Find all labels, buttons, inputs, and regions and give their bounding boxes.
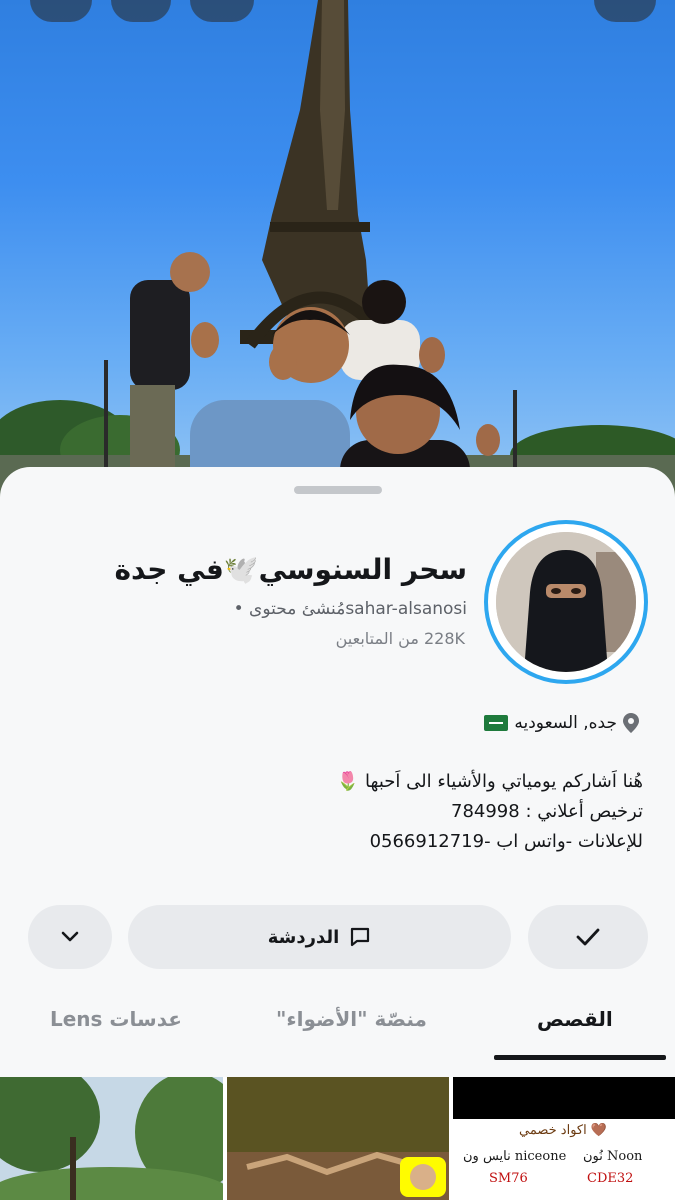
expand-button[interactable] — [28, 905, 112, 969]
tab-lenses[interactable]: عدسات Lens — [50, 1007, 182, 1031]
subscribed-button[interactable] — [528, 905, 648, 969]
bio-line: للإعلانات -واتس اب -0566912719 — [369, 831, 643, 852]
header-photo — [0, 0, 675, 520]
stories-grid: اكواد خصمي 🤎 نُون Noon CDE32 نايس ون nic… — [0, 1077, 675, 1200]
bio-line: ترخيص أعلاني : 784998 — [451, 801, 643, 822]
followers-count[interactable]: 228K من المتابعين — [336, 629, 465, 648]
username-line: sahar-alsanosiمُنشئ محتوى • — [234, 599, 467, 619]
chat-icon — [351, 927, 370, 947]
noon-code: CDE32 — [587, 1171, 634, 1186]
tree-photo — [0, 1077, 223, 1200]
chat-label: الدردشة — [267, 926, 340, 948]
avatar-image — [496, 532, 636, 672]
profile-tabs: القصص منصّة "الأضواء" عدسات Lens — [0, 1007, 675, 1063]
chat-button[interactable]: الدردشة — [128, 905, 511, 969]
flag-icon — [484, 715, 509, 731]
codes-heading: اكواد خصمي 🤎 — [519, 1123, 608, 1138]
story-thumbnail[interactable] — [227, 1077, 449, 1200]
check-icon — [576, 928, 600, 946]
location: جده, السعوديه — [484, 713, 639, 733]
story-thumbnail[interactable] — [0, 1077, 223, 1200]
tab-spotlight[interactable]: منصّة "الأضواء" — [276, 1007, 427, 1031]
avatar[interactable] — [496, 532, 636, 672]
display-name: سحر السنوسي🕊️في جدة — [114, 553, 468, 586]
noon-label: نُون Noon — [583, 1149, 643, 1164]
niceone-code: SM76 — [489, 1171, 528, 1186]
bio: هُنا اَشاركم يومياتي والأشياء الى اَحبها… — [43, 767, 643, 857]
sheet-grabber[interactable] — [294, 486, 382, 494]
eiffel-tower-photo — [0, 0, 675, 520]
story-ring[interactable] — [484, 520, 648, 684]
username[interactable]: sahar-alsanosi — [345, 599, 467, 619]
chevron-down-icon — [61, 931, 79, 942]
story-thumbnail[interactable]: اكواد خصمي 🤎 نُون Noon CDE32 نايس ون nic… — [453, 1077, 675, 1200]
tab-stories[interactable]: القصص — [537, 1007, 613, 1031]
profile-sheet: سحر السنوسي🕊️في جدة sahar-alsanosiمُنشئ … — [0, 467, 675, 1200]
pin-icon — [623, 713, 639, 733]
story-photo — [227, 1077, 449, 1200]
niceone-label: نايس ون niceone — [463, 1149, 567, 1164]
creator-label: مُنشئ محتوى • — [233, 599, 346, 619]
bio-line: هُنا اَشاركم يومياتي والأشياء الى اَحبها… — [336, 771, 643, 792]
location-text: جده, السعوديه — [514, 713, 617, 733]
active-tab-indicator — [494, 1055, 666, 1060]
